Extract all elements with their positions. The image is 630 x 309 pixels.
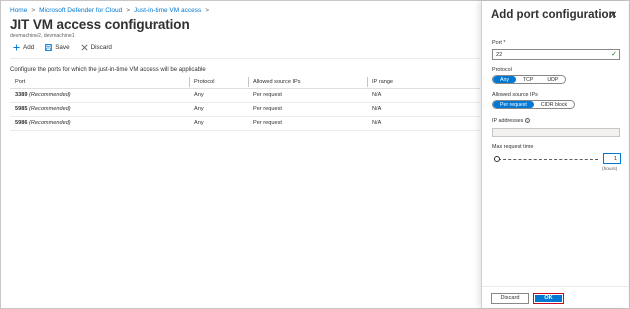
discard-label: Discard (90, 44, 112, 51)
table-row[interactable]: 3389 (Recommended) Any Per request N/A (10, 89, 480, 103)
ip-range-cell: N/A (372, 106, 382, 112)
checkmark-icon: ✓ (611, 51, 617, 58)
ip-range-cell: N/A (372, 120, 382, 126)
max-request-input[interactable]: 1 (603, 153, 621, 164)
protocol-option-udp[interactable]: UDP (540, 76, 565, 83)
source-cell: Per request (253, 120, 282, 126)
slider-thumb[interactable] (494, 156, 500, 162)
close-icon[interactable]: ✕ (609, 10, 617, 21)
table-row[interactable]: 5985 (Recommended) Any Per request N/A (10, 103, 480, 117)
plus-icon (13, 44, 20, 51)
breadcrumb-separator: > (31, 7, 36, 14)
source-option-cidr[interactable]: CIDR block (534, 101, 574, 108)
breadcrumb-defender[interactable]: Microsoft Defender for Cloud (39, 7, 122, 14)
port-number: 3389 (15, 92, 28, 98)
protocol-label: Protocol (492, 67, 512, 73)
discard-button[interactable]: Discard (81, 44, 112, 51)
port-note: (Recommended) (29, 106, 71, 112)
ip-range-cell: N/A (372, 92, 382, 98)
table-row[interactable]: 5986 (Recommended) Any Per request N/A (10, 117, 480, 131)
breadcrumb-separator: > (205, 7, 210, 14)
column-resizer[interactable] (189, 77, 190, 87)
table-header: Port Protocol Allowed source IPs IP rang… (10, 76, 480, 89)
page-title: JIT VM access configuration (10, 17, 190, 32)
panel-discard-button[interactable]: Discard (491, 293, 529, 304)
max-request-label: Max request time (492, 144, 534, 150)
toolbar-divider (10, 58, 480, 59)
page-subtitle: devmachine2, devmachine1 (10, 33, 75, 39)
ip-addresses-label: IP addresses i (492, 118, 531, 124)
panel-title: Add port configuration (491, 9, 616, 21)
save-label: Save (55, 44, 70, 51)
breadcrumb-home[interactable]: Home (10, 7, 27, 14)
save-button[interactable]: Save (45, 44, 70, 51)
column-header-ip-range[interactable]: IP range (372, 79, 393, 85)
ip-addresses-text: IP addresses (492, 118, 524, 124)
protocol-option-any[interactable]: Any (493, 76, 516, 83)
source-cell: Per request (253, 92, 282, 98)
port-note: (Recommended) (29, 120, 71, 126)
more-options-button[interactable]: ··· (151, 19, 159, 28)
source-option-per-request[interactable]: Per request (493, 101, 534, 108)
column-header-port[interactable]: Port (15, 79, 25, 85)
port-cell: 5986 (Recommended) (15, 120, 71, 126)
breadcrumb-separator: > (126, 7, 131, 14)
source-cell: Per request (253, 106, 282, 112)
protocol-toggle: Any TCP UDP (492, 75, 567, 84)
breadcrumb: Home > Microsoft Defender for Cloud > Ju… (10, 7, 209, 14)
footer-divider (482, 286, 629, 287)
save-icon (45, 44, 53, 51)
add-port-panel: Add port configuration ✕ Port * 22 ✓ Pro… (481, 1, 629, 308)
close-icon (81, 44, 88, 51)
protocol-option-tcp[interactable]: TCP (516, 76, 540, 83)
max-request-slider[interactable] (494, 156, 598, 162)
column-resizer[interactable] (367, 77, 368, 87)
protocol-cell: Any (194, 120, 204, 126)
allowed-source-toggle: Per request CIDR block (492, 100, 576, 109)
protocol-cell: Any (194, 106, 204, 112)
ip-addresses-input (492, 128, 620, 137)
column-header-source[interactable]: Allowed source IPs (253, 79, 301, 85)
port-input[interactable]: 22 ✓ (492, 49, 620, 60)
allowed-source-label: Allowed source IPs (492, 92, 538, 98)
port-cell: 5985 (Recommended) (15, 106, 71, 112)
ok-button[interactable]: OK (533, 293, 564, 304)
command-bar: Add Save Discard (13, 44, 112, 51)
ports-table: Port Protocol Allowed source IPs IP rang… (10, 76, 480, 131)
port-cell: 3389 (Recommended) (15, 92, 71, 98)
column-header-protocol[interactable]: Protocol (194, 79, 215, 85)
info-icon[interactable]: i (525, 118, 531, 123)
hours-unit: (hours) (602, 167, 618, 172)
protocol-cell: Any (194, 92, 204, 98)
port-number: 5986 (15, 120, 28, 126)
port-note: (Recommended) (29, 92, 71, 98)
add-label: Add (23, 44, 35, 51)
breadcrumb-jit[interactable]: Just-in-time VM access (134, 7, 201, 14)
slider-track (498, 158, 598, 160)
description-text: Configure the ports for which the just-i… (10, 67, 206, 73)
column-resizer[interactable] (248, 77, 249, 87)
port-label: Port * (492, 40, 506, 46)
port-number: 5985 (15, 106, 28, 112)
add-button[interactable]: Add (13, 44, 34, 51)
port-input-value: 22 (496, 52, 503, 58)
